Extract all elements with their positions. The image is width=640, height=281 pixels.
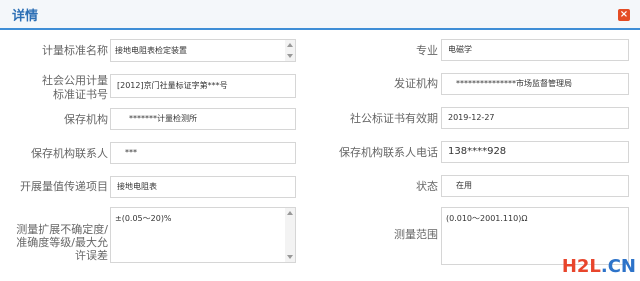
specialty-field[interactable]: 电磁学 <box>441 39 629 61</box>
transfer-item-value: 接地电阻表 <box>117 182 157 191</box>
label-uncertainty: 测量扩展不确定度/准确度等级/最大允许误差 <box>14 223 108 262</box>
status-value: 在用 <box>456 181 472 190</box>
holding-org-value: *******计量检测所 <box>129 114 197 123</box>
contact-field[interactable]: *** <box>110 142 296 164</box>
label-validity: 社公标证书有效期 <box>350 112 438 125</box>
label-contact-phone: 保存机构联系人电话 <box>339 146 438 159</box>
certificate-no-field[interactable]: [2012]京门社量标证字第***号 <box>110 74 296 98</box>
holding-org-field[interactable]: *******计量检测所 <box>110 108 296 130</box>
validity-field[interactable]: 2019-12-27 <box>441 107 629 129</box>
uncertainty-value: ±(0.05～20)% <box>115 214 172 223</box>
label-certificate-no: 社会公用计量标准证书号 <box>20 74 108 102</box>
status-field[interactable]: 在用 <box>441 175 629 197</box>
standard-name-value: 接地电阻表检定装置 <box>115 46 187 55</box>
validity-value: 2019-12-27 <box>448 113 495 122</box>
uncertainty-field[interactable]: ±(0.05～20)% <box>110 207 296 263</box>
watermark-part2: .CN <box>600 256 636 277</box>
label-contact: 保存机构联系人 <box>31 147 108 160</box>
label-certificate-no-text: 社会公用计量标准证书号 <box>42 74 108 101</box>
issuing-org-field[interactable]: ***************市场监督管理局 <box>441 73 629 95</box>
label-specialty: 专业 <box>416 44 438 57</box>
label-standard-name: 计量标准名称 <box>42 44 108 57</box>
certificate-no-value: [2012]京门社量标证字第***号 <box>117 81 228 90</box>
contact-phone-field[interactable]: 138****928 <box>441 141 629 163</box>
close-icon[interactable]: × <box>618 9 630 21</box>
standard-name-field[interactable]: 接地电阻表检定装置 <box>110 39 296 62</box>
scrollbar[interactable] <box>285 40 295 61</box>
label-uncertainty-text: 测量扩展不确定度/准确度等级/最大允许误差 <box>16 223 108 262</box>
issuing-org-value: ***************市场监督管理局 <box>456 79 572 88</box>
label-measure-range: 测量范围 <box>394 228 438 241</box>
label-transfer-item: 开展量值传递项目 <box>20 180 108 193</box>
label-issuing-org: 发证机构 <box>394 77 438 90</box>
dialog-header: 详情 × <box>0 0 640 30</box>
contact-phone-value: 138****928 <box>448 146 507 157</box>
transfer-item-field[interactable]: 接地电阻表 <box>110 176 296 198</box>
watermark-part1: H2L <box>561 256 601 277</box>
measure-range-value: (0.010～2001.110)Ω <box>446 214 528 223</box>
label-holding-org: 保存机构 <box>64 113 108 126</box>
watermark-logo: H2L.CN <box>562 256 636 277</box>
contact-value: *** <box>125 148 137 157</box>
dialog-title: 详情 <box>12 9 39 24</box>
label-status: 状态 <box>416 180 438 193</box>
specialty-value: 电磁学 <box>448 45 472 54</box>
scrollbar[interactable] <box>285 208 295 262</box>
